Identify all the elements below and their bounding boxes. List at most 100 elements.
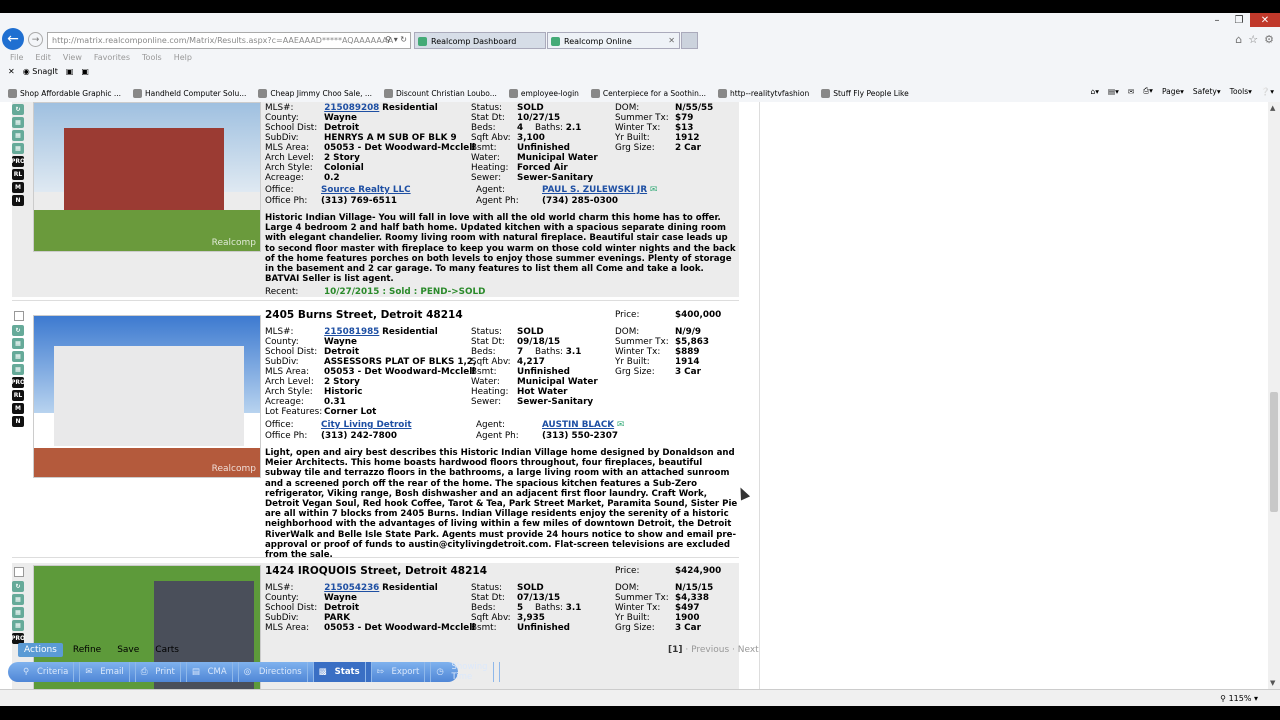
listing-photo[interactable]: Realcomp bbox=[33, 315, 261, 478]
tab-realcomp-online[interactable]: Realcomp Online ✕ bbox=[547, 32, 680, 49]
capture2-icon[interactable]: ▣ bbox=[81, 67, 89, 76]
email-button[interactable]: ✉ Email bbox=[80, 662, 136, 682]
fav-item[interactable]: Shop Affordable Graphic ... bbox=[8, 88, 121, 98]
mls-link[interactable]: 215081985 bbox=[324, 327, 379, 337]
map-icon[interactable]: ▦ bbox=[12, 594, 24, 605]
home-menu-icon[interactable]: ⌂▾ bbox=[1090, 87, 1099, 96]
tab-realcomp-dashboard[interactable]: Realcomp Dashboard bbox=[414, 32, 546, 49]
select-checkbox[interactable] bbox=[14, 311, 24, 321]
status-label: Status: bbox=[471, 327, 502, 337]
restore-icon[interactable]: ❐ bbox=[1228, 13, 1250, 27]
home-icon[interactable]: ⌂ bbox=[1235, 33, 1242, 46]
fav-item[interactable]: Cheap Jimmy Choo Sale, ... bbox=[258, 88, 372, 98]
safety-menu[interactable]: Safety▾ bbox=[1193, 87, 1221, 96]
new-tab-button[interactable] bbox=[681, 32, 698, 49]
search-refresh-icons[interactable]: ⚲ ▾ ↻ bbox=[385, 35, 407, 44]
mail-icon[interactable]: ✉ bbox=[1128, 87, 1134, 96]
star-icon[interactable]: ☆ bbox=[1248, 33, 1258, 46]
scroll-down-icon[interactable]: ▼ bbox=[1270, 679, 1275, 687]
gear-icon[interactable]: ⚙ bbox=[1264, 33, 1274, 46]
map-icon[interactable]: ▦ bbox=[12, 338, 24, 349]
menu-file[interactable]: File bbox=[10, 53, 23, 62]
winter-tax-value: $889 bbox=[675, 347, 700, 357]
capture-icon[interactable]: ▣ bbox=[66, 67, 74, 76]
tab-actions[interactable]: Actions bbox=[18, 643, 63, 657]
criteria-button[interactable]: ⚲ Criteria bbox=[18, 662, 81, 682]
pro-icon[interactable]: PRO bbox=[11, 377, 25, 388]
pro-icon[interactable]: PRO bbox=[11, 156, 25, 167]
listing-address[interactable]: 1424 IROQUOIS Street, Detroit 48214 bbox=[265, 565, 487, 577]
rl-icon[interactable]: RL bbox=[12, 390, 24, 401]
menu-edit[interactable]: Edit bbox=[35, 53, 51, 62]
cma-button[interactable]: ▤ CMA bbox=[187, 662, 239, 682]
refresh-icon[interactable]: ↻ bbox=[12, 581, 24, 592]
minimize-icon[interactable]: – bbox=[1206, 13, 1228, 27]
tab-refine[interactable]: Refine bbox=[67, 643, 107, 657]
directions-button[interactable]: ◎ Directions bbox=[239, 662, 314, 682]
scroll-thumb[interactable] bbox=[1270, 392, 1278, 512]
menu-favorites[interactable]: Favorites bbox=[94, 53, 130, 62]
close-toolbar-icon[interactable]: ✕ bbox=[8, 67, 15, 76]
dom-value: N/15/15 bbox=[675, 583, 714, 593]
select-checkbox[interactable] bbox=[14, 567, 24, 577]
office-link[interactable]: Source Realty LLC bbox=[321, 185, 411, 195]
tab-save[interactable]: Save bbox=[111, 643, 145, 657]
photo-icon[interactable]: ▦ bbox=[12, 130, 24, 141]
mls-link[interactable]: 215054236 bbox=[324, 583, 379, 593]
snagit-button[interactable]: ◉ SnagIt bbox=[23, 67, 58, 76]
address-bar[interactable]: http://matrix.realcomponline.com/Matrix/… bbox=[47, 32, 411, 49]
m-icon[interactable]: M bbox=[12, 182, 24, 193]
menu-view[interactable]: View bbox=[63, 53, 82, 62]
zoom-control[interactable]: ⚲ 115% ▾ bbox=[1220, 694, 1258, 703]
stats-button[interactable]: ▩ Stats bbox=[313, 662, 372, 682]
listing-address[interactable]: 2405 Burns Street, Detroit 48214 bbox=[265, 309, 463, 321]
print-icon[interactable]: ⎙▾ bbox=[1143, 86, 1153, 96]
help-icon[interactable]: ❔▾ bbox=[1261, 87, 1274, 96]
close-window-icon[interactable]: ✕ bbox=[1250, 13, 1280, 27]
showing-time-button[interactable]: ◷ Showing Time bbox=[431, 662, 500, 682]
back-button[interactable]: ← bbox=[2, 28, 24, 50]
tab-carts[interactable]: Carts bbox=[149, 643, 185, 657]
agent-link[interactable]: AUSTIN BLACK bbox=[542, 420, 614, 430]
fav-item[interactable]: Discount Christian Loubo... bbox=[384, 88, 497, 98]
contact-card-icon[interactable]: ✉ bbox=[617, 420, 624, 430]
page-menu[interactable]: Page▾ bbox=[1162, 87, 1184, 96]
rl-icon[interactable]: RL bbox=[12, 169, 24, 180]
doc-icon[interactable]: ▦ bbox=[12, 364, 24, 375]
feeds-icon[interactable]: ▤▾ bbox=[1108, 87, 1119, 96]
photo-icon[interactable]: ▦ bbox=[12, 351, 24, 362]
fav-item[interactable]: employee-login bbox=[508, 88, 579, 98]
menu-tools[interactable]: Tools bbox=[142, 53, 162, 62]
close-tab-icon[interactable]: ✕ bbox=[668, 36, 675, 45]
field-row: Lot Features: Corner Lot bbox=[265, 407, 376, 417]
fav-item[interactable]: Handheld Computer Solu... bbox=[133, 88, 246, 98]
forward-button[interactable]: → bbox=[28, 32, 43, 47]
photo-icon[interactable]: ▦ bbox=[12, 607, 24, 618]
doc-icon[interactable]: ▦ bbox=[12, 620, 24, 631]
fav-item[interactable]: Centerpiece for a Soothin... bbox=[590, 88, 706, 98]
winter-tax-label: Winter Tx: bbox=[615, 603, 661, 613]
doc-icon[interactable]: ▦ bbox=[12, 143, 24, 154]
vertical-scrollbar[interactable]: ▲ ▼ bbox=[1268, 102, 1280, 689]
n-icon[interactable]: N bbox=[12, 416, 24, 427]
refresh-icon[interactable]: ↻ bbox=[12, 325, 24, 336]
m-icon[interactable]: M bbox=[12, 403, 24, 414]
next-link[interactable]: Next bbox=[738, 645, 759, 655]
contact-card-icon[interactable]: ✉ bbox=[650, 185, 657, 195]
export-button[interactable]: ⇰ Export bbox=[372, 662, 432, 682]
agent-link[interactable]: PAUL S. ZULEWSKI JR bbox=[542, 185, 647, 195]
menu-help[interactable]: Help bbox=[174, 53, 192, 62]
previous-link[interactable]: Previous bbox=[691, 645, 729, 655]
n-icon[interactable]: N bbox=[12, 195, 24, 206]
tools-menu[interactable]: Tools▾ bbox=[1230, 87, 1252, 96]
scroll-up-icon[interactable]: ▲ bbox=[1270, 104, 1275, 112]
map-icon[interactable]: ▦ bbox=[12, 117, 24, 128]
refresh-icon[interactable]: ↻ bbox=[12, 104, 24, 115]
mls-link[interactable]: 215089208 bbox=[324, 103, 379, 113]
fav-item[interactable]: http--realitytvfashion bbox=[718, 88, 809, 98]
listing-photo[interactable]: Realcomp bbox=[33, 102, 261, 252]
print-button[interactable]: ⎙ Print bbox=[136, 662, 187, 682]
fav-item[interactable]: Stuff Fly People Like bbox=[821, 88, 909, 98]
office-link[interactable]: City Living Detroit bbox=[321, 420, 412, 430]
baths-label: Baths: bbox=[535, 123, 563, 133]
